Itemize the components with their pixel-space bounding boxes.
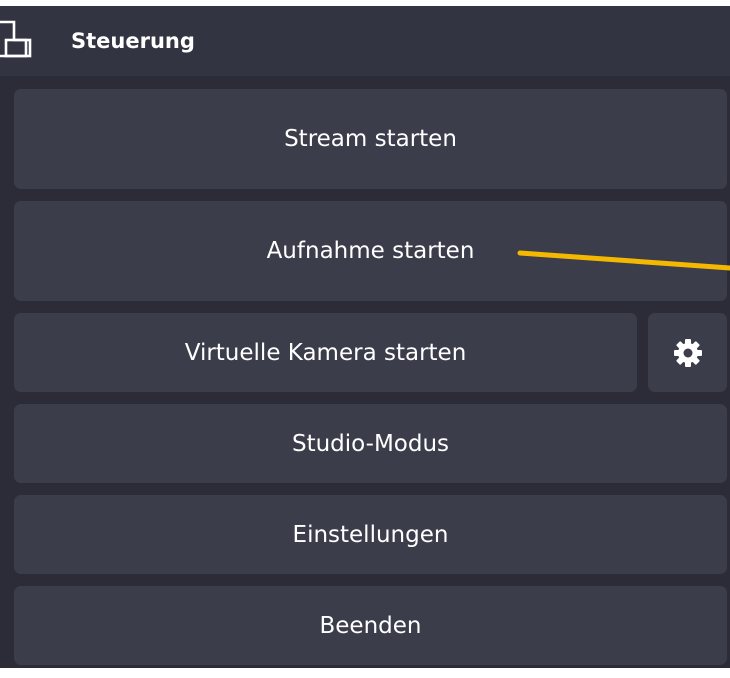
settings-button[interactable]: Einstellungen xyxy=(14,495,727,574)
dock-window-icon[interactable] xyxy=(0,20,44,60)
exit-label: Beenden xyxy=(319,612,422,639)
studio-mode-button[interactable]: Studio-Modus xyxy=(14,404,727,483)
start-stream-label: Stream starten xyxy=(284,126,457,152)
settings-label: Einstellungen xyxy=(292,521,449,548)
virtual-camera-settings-button[interactable] xyxy=(648,313,727,392)
start-recording-label: Aufnahme starten xyxy=(266,238,475,264)
start-virtual-camera-button[interactable]: Virtuelle Kamera starten xyxy=(14,313,637,392)
start-stream-button[interactable]: Stream starten xyxy=(14,89,727,189)
studio-mode-label: Studio-Modus xyxy=(291,430,450,457)
start-virtual-camera-label: Virtuelle Kamera starten xyxy=(184,339,467,366)
dock-title: Steuerung xyxy=(71,29,195,53)
start-recording-button[interactable]: Aufnahme starten xyxy=(14,201,727,301)
dock-header: Steuerung xyxy=(0,6,730,76)
controls-dock: Steuerung Stream starten Aufnahme starte… xyxy=(0,6,730,668)
gear-icon xyxy=(673,338,702,367)
exit-button[interactable]: Beenden xyxy=(14,586,727,665)
